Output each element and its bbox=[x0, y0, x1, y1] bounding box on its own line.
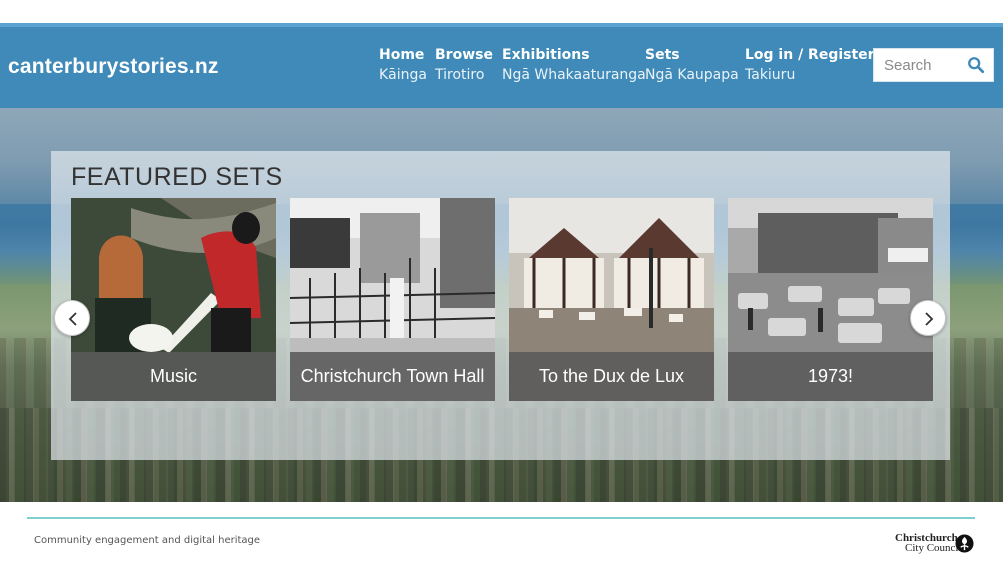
nav-sets-label: Sets bbox=[645, 47, 680, 63]
nav-exhibitions[interactable]: Exhibitions Ngā Whakaaturanga bbox=[502, 46, 646, 86]
nav-sets[interactable]: Sets Ngā Kaupapa bbox=[645, 46, 739, 86]
featured-sets-panel: FEATURED SETS Music Christchurch Town Ha… bbox=[51, 151, 950, 460]
nav-login-label: Log in / Register bbox=[745, 47, 875, 63]
footer-divider bbox=[27, 517, 975, 519]
footer-tagline: Community engagement and digital heritag… bbox=[34, 535, 261, 546]
search-icon[interactable] bbox=[967, 56, 985, 74]
site-logo[interactable]: canterburystories.nz bbox=[8, 55, 219, 79]
nav-home-maori: Kāinga bbox=[379, 67, 427, 83]
council-emblem-icon bbox=[955, 534, 974, 553]
carousel-prev-button[interactable] bbox=[54, 300, 90, 336]
nav-exhibitions-maori: Ngā Whakaaturanga bbox=[502, 67, 646, 83]
nav-exhibitions-label: Exhibitions bbox=[502, 47, 590, 63]
chevron-right-icon bbox=[925, 312, 934, 326]
council-logo-text: Christchurch City Council bbox=[895, 533, 962, 554]
site-header: canterburystories.nz Home Kāinga Browse … bbox=[0, 23, 1003, 108]
carousel-next-button[interactable] bbox=[910, 300, 946, 336]
page: canterburystories.nz Home Kāinga Browse … bbox=[0, 0, 1003, 565]
set-card-caption: Music bbox=[71, 352, 276, 401]
set-card-christchurch-town-hall[interactable]: Christchurch Town Hall bbox=[290, 198, 495, 401]
search-box bbox=[873, 48, 994, 82]
chevron-left-icon bbox=[68, 312, 77, 326]
set-card-caption: Christchurch Town Hall bbox=[290, 352, 495, 401]
nav-home-label: Home bbox=[379, 47, 425, 63]
set-card-dux-de-lux[interactable]: To the Dux de Lux bbox=[509, 198, 714, 401]
nav-browse[interactable]: Browse Tirotiro bbox=[435, 46, 493, 86]
featured-sets-title: FEATURED SETS bbox=[71, 163, 283, 191]
set-card-music[interactable]: Music bbox=[71, 198, 276, 401]
set-card-caption: 1973! bbox=[728, 352, 933, 401]
council-line-2: City Council bbox=[905, 542, 962, 554]
set-card-1973[interactable]: 1973! bbox=[728, 198, 933, 401]
nav-sets-maori: Ngā Kaupapa bbox=[645, 67, 739, 83]
nav-login-maori: Takiuru bbox=[745, 67, 796, 83]
nav-browse-maori: Tirotiro bbox=[435, 67, 485, 83]
search-input[interactable] bbox=[874, 49, 966, 81]
set-card-caption: To the Dux de Lux bbox=[509, 352, 714, 401]
nav-browse-label: Browse bbox=[435, 47, 493, 63]
nav-home[interactable]: Home Kāinga bbox=[379, 46, 427, 86]
council-logo[interactable]: Christchurch City Council bbox=[895, 533, 977, 555]
nav-login-register[interactable]: Log in / Register Takiuru bbox=[745, 46, 875, 86]
